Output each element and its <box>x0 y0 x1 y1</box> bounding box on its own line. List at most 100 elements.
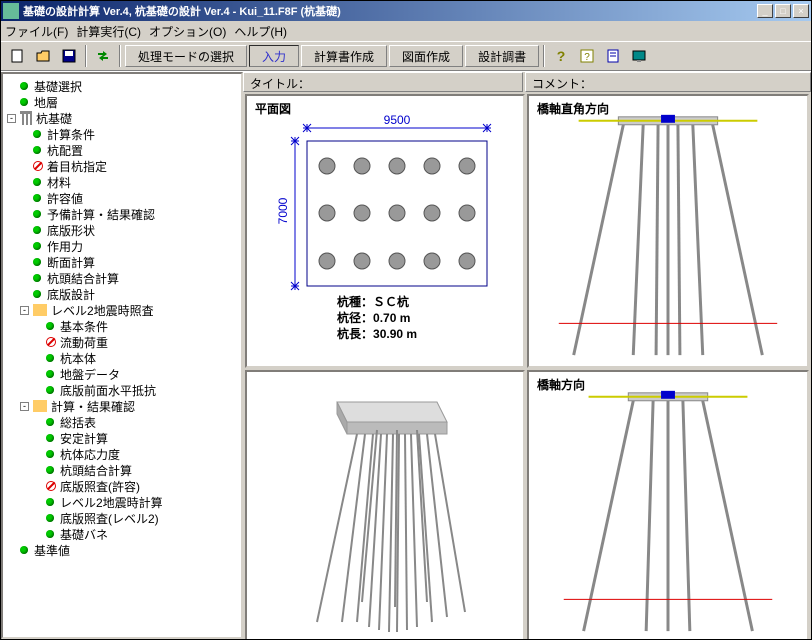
tree-toggle-icon[interactable]: - <box>20 402 29 411</box>
tree-item[interactable]: 基礎選択 <box>7 78 237 94</box>
tree-item-label: 流動荷重 <box>60 334 108 351</box>
menu-help[interactable]: ヘルプ(H) <box>234 23 287 40</box>
tree-item-label: 基礎選択 <box>34 78 82 95</box>
status-green-icon <box>33 274 41 282</box>
tree-item[interactable]: - 計算・結果確認 <box>7 398 237 414</box>
tree-item[interactable]: 底版設計 <box>7 286 237 302</box>
status-green-icon <box>46 386 54 394</box>
tree-item-label: 基本条件 <box>60 318 108 335</box>
tree-item[interactable]: レベル2地震時計算 <box>7 494 237 510</box>
status-green-icon <box>33 226 41 234</box>
tree-item-label: 杭基礎 <box>36 110 72 127</box>
status-green-icon <box>33 258 41 266</box>
tree-item[interactable]: 計算条件 <box>7 126 237 142</box>
tree-item[interactable]: 総括表 <box>7 414 237 430</box>
svg-text:杭径：0.70 m: 杭径：0.70 m <box>337 310 410 325</box>
help-icon[interactable]: ? <box>549 44 573 68</box>
titlebar: 基礎の設計計算 Ver.4, 杭基礎の設計 Ver.4 - Kui_11.F8F… <box>1 1 811 21</box>
convert-icon[interactable] <box>91 44 115 68</box>
tree-item-label: 杭本体 <box>60 350 96 367</box>
status-green-icon <box>46 434 54 442</box>
new-file-icon[interactable] <box>5 44 29 68</box>
minimize-button[interactable]: _ <box>757 4 773 18</box>
close-button[interactable]: × <box>793 4 809 18</box>
tree-item[interactable]: 底版前面水平抵抗 <box>7 382 237 398</box>
tree-item[interactable]: 基礎バネ <box>7 526 237 542</box>
tree-panel[interactable]: 基礎選択地層 - 杭基礎計算条件杭配置着目杭指定材料許容値予備計算・結果確認底版形状… <box>1 72 243 639</box>
tree-item[interactable]: 地層 <box>7 94 237 110</box>
tree-item[interactable]: 杭配置 <box>7 142 237 158</box>
tree-item[interactable]: 基本条件 <box>7 318 237 334</box>
tree-toggle-icon[interactable]: - <box>7 114 16 123</box>
tree-item[interactable]: 許容値 <box>7 190 237 206</box>
tree-item[interactable]: 底版形状 <box>7 222 237 238</box>
title-label: タイトル： <box>243 72 523 92</box>
tree-item[interactable]: 底版照査(レベル2) <box>7 510 237 526</box>
status-green-icon <box>46 354 54 362</box>
tree-item[interactable]: 杭頭結合計算 <box>7 270 237 286</box>
tree-item-label: 底版設計 <box>47 286 95 303</box>
tree-item[interactable]: 杭本体 <box>7 350 237 366</box>
save-icon[interactable] <box>57 44 81 68</box>
plan-width: 9500 <box>384 113 411 127</box>
page-icon[interactable] <box>601 44 625 68</box>
tree-item-label: 底版照査(レベル2) <box>60 510 159 527</box>
status-green-icon <box>46 466 54 474</box>
menu-option[interactable]: オプション(O) <box>149 23 226 40</box>
toolbar: 処理モードの選択 入力 計算書作成 図面作成 設計調書 ? ? <box>1 41 811 71</box>
tree-item[interactable]: 安定計算 <box>7 430 237 446</box>
tree-item-label: 総括表 <box>60 414 96 431</box>
status-green-icon <box>20 82 28 90</box>
tree-item[interactable]: 底版照査(許容) <box>7 478 237 494</box>
info-icon[interactable]: ? <box>575 44 599 68</box>
status-green-icon <box>33 146 41 154</box>
tree-item-label: 杭頭結合計算 <box>47 270 119 287</box>
menu-file[interactable]: ファイル(F) <box>5 23 68 40</box>
tree-item[interactable]: 作用力 <box>7 238 237 254</box>
tree-item[interactable]: 地盤データ <box>7 366 237 382</box>
tree-item[interactable]: 流動荷重 <box>7 334 237 350</box>
monitor-icon[interactable] <box>627 44 651 68</box>
tree-item[interactable]: 断面計算 <box>7 254 237 270</box>
tree-item[interactable]: - 杭基礎 <box>7 110 237 126</box>
status-green-icon <box>20 98 28 106</box>
status-green-icon <box>33 210 41 218</box>
app-window: 基礎の設計計算 Ver.4, 杭基礎の設計 Ver.4 - Kui_11.F8F… <box>0 0 812 640</box>
tree-item-label: レベル2地震時照査 <box>51 302 154 319</box>
status-prohibit-icon <box>46 337 56 347</box>
maximize-button[interactable]: □ <box>775 4 791 18</box>
tree-item-label: 底版照査(許容) <box>60 478 140 495</box>
tree-item-label: 計算・結果確認 <box>51 398 135 415</box>
menu-calc[interactable]: 計算実行(C) <box>76 23 141 40</box>
status-green-icon <box>46 498 54 506</box>
pile-icon <box>20 111 32 125</box>
tree-item-label: 許容値 <box>47 190 83 207</box>
axis-title: 橋軸方向 <box>537 376 585 393</box>
window-title: 基礎の設計計算 Ver.4, 杭基礎の設計 Ver.4 - Kui_11.F8F… <box>23 3 757 19</box>
tab-calc-sheet[interactable]: 計算書作成 <box>301 45 387 67</box>
tree-item-label: 作用力 <box>47 238 83 255</box>
tree-item-label: 杭配置 <box>47 142 83 159</box>
tree-item[interactable]: 杭体応力度 <box>7 446 237 462</box>
tree-item[interactable]: 杭頭結合計算 <box>7 462 237 478</box>
tree-item-label: 地層 <box>34 94 58 111</box>
svg-text:7000: 7000 <box>276 197 290 224</box>
status-green-icon <box>33 130 41 138</box>
open-file-icon[interactable] <box>31 44 55 68</box>
status-green-icon <box>33 290 41 298</box>
tree-item[interactable]: 基準値 <box>7 542 237 558</box>
tab-drawing[interactable]: 図面作成 <box>389 45 463 67</box>
tree-item-label: 杭頭結合計算 <box>60 462 132 479</box>
tree-item[interactable]: 着目杭指定 <box>7 158 237 174</box>
tab-design-report[interactable]: 設計調書 <box>465 45 539 67</box>
status-green-icon <box>33 242 41 250</box>
status-green-icon <box>46 514 54 522</box>
tree-item[interactable]: 材料 <box>7 174 237 190</box>
tree-item[interactable]: 予備計算・結果確認 <box>7 206 237 222</box>
tree-item-label: 安定計算 <box>60 430 108 447</box>
mode-select-button[interactable]: 処理モードの選択 <box>125 45 247 67</box>
tree-item-label: 基準値 <box>34 542 70 559</box>
tree-toggle-icon[interactable]: - <box>20 306 29 315</box>
tab-input[interactable]: 入力 <box>249 45 299 67</box>
tree-item[interactable]: - レベル2地震時照査 <box>7 302 237 318</box>
